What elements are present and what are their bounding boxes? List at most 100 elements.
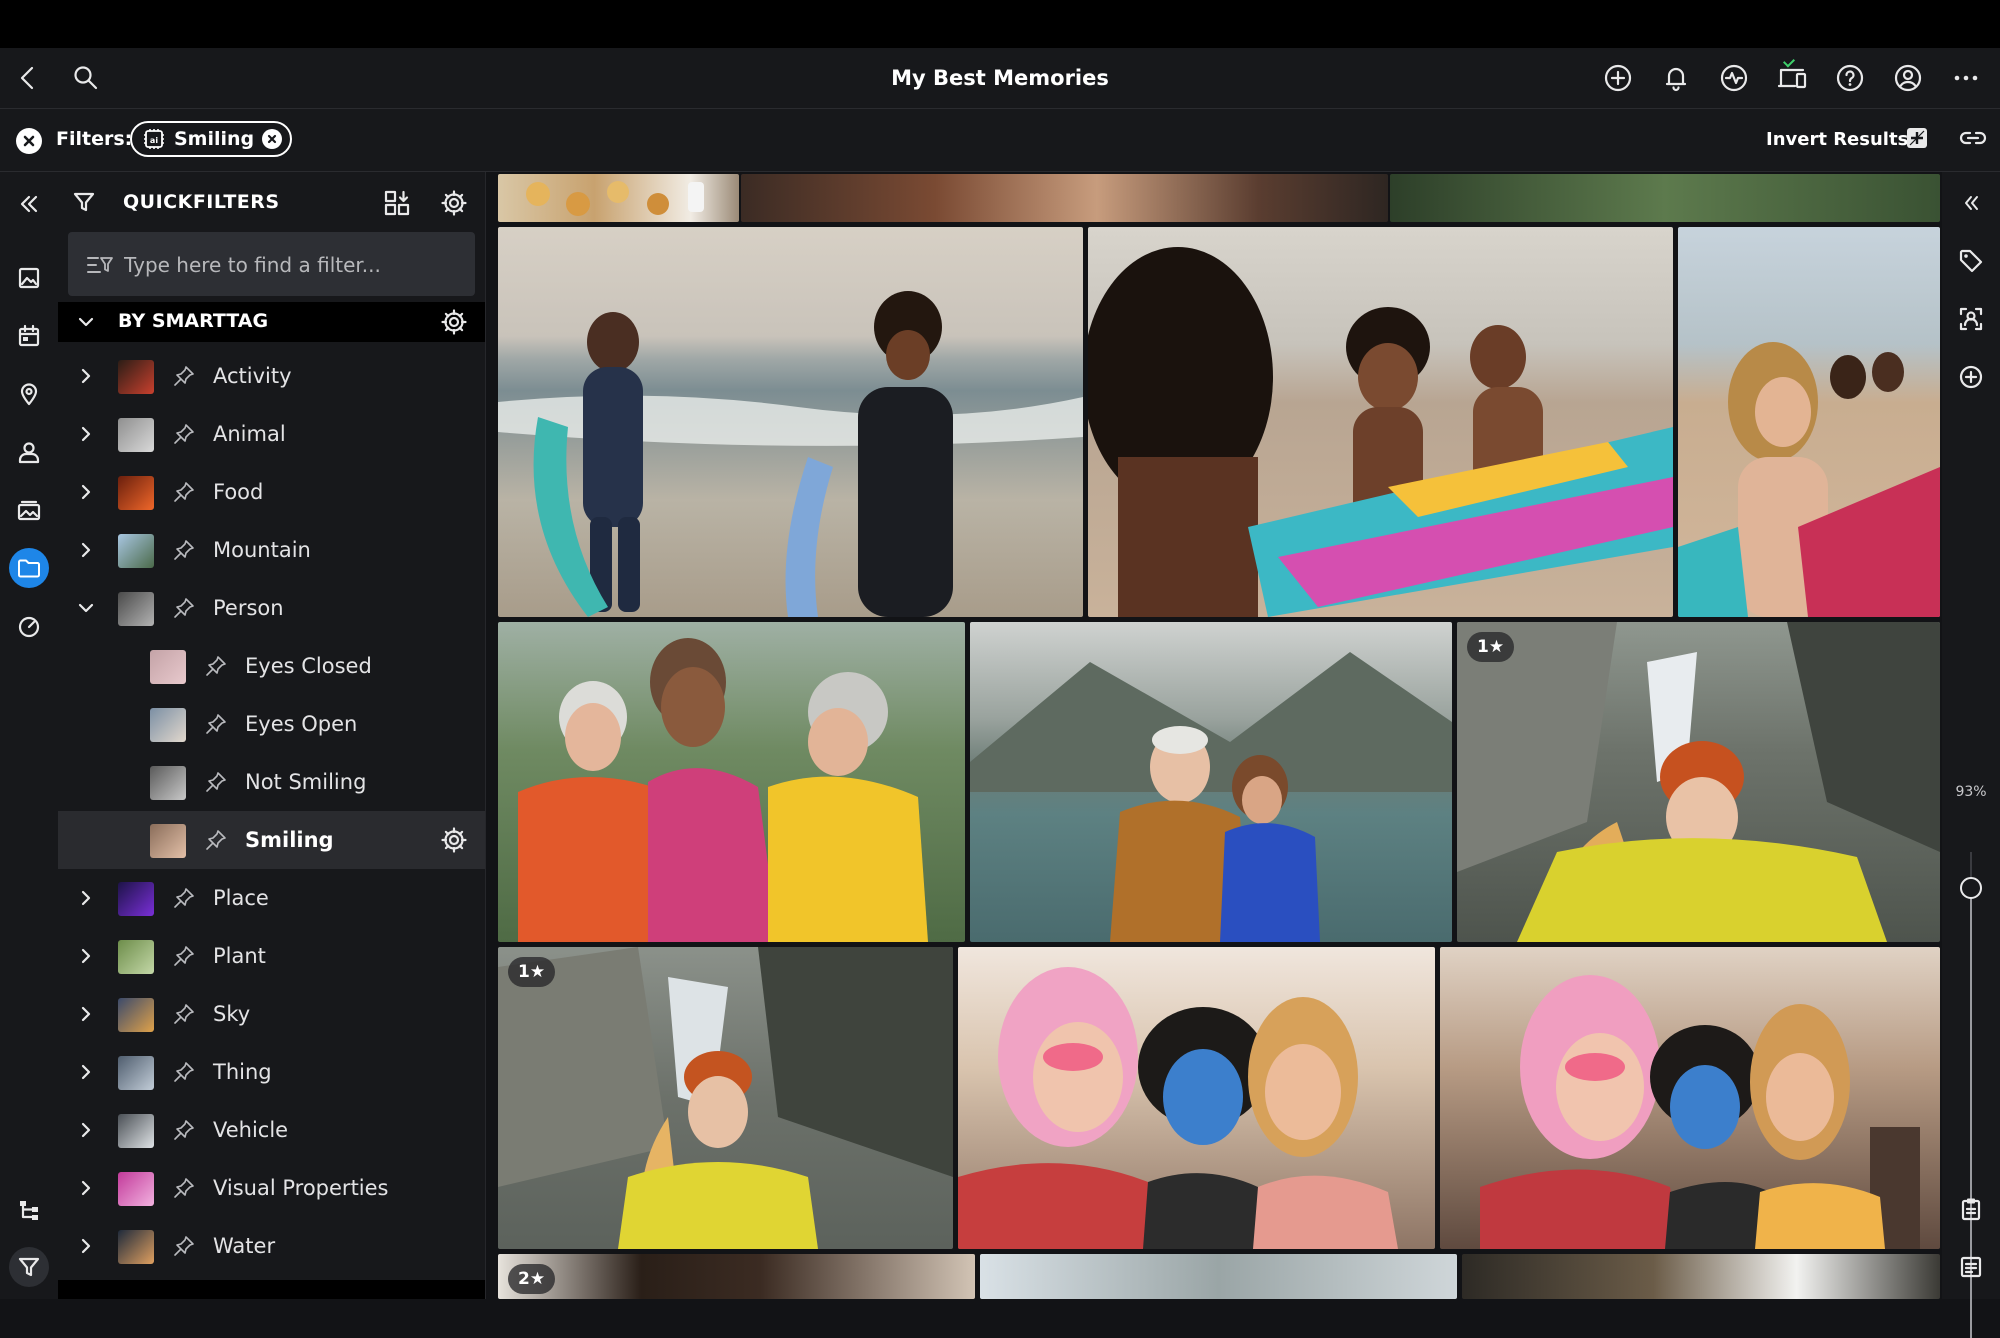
- devices-button[interactable]: [1772, 55, 1812, 98]
- photo-tile[interactable]: [1462, 1254, 1940, 1299]
- smarttag-settings-button[interactable]: [439, 307, 469, 337]
- photo-tile[interactable]: 2★: [498, 1254, 975, 1299]
- photo-tile[interactable]: [498, 227, 1083, 617]
- photo-couple-lake: [970, 652, 1452, 942]
- pin-icon[interactable]: [172, 944, 196, 968]
- remove-filter-button[interactable]: [262, 129, 283, 149]
- smarttag-row-plant[interactable]: Plant: [58, 927, 485, 985]
- chevron-right-icon[interactable]: [74, 1176, 98, 1200]
- pin-icon[interactable]: [172, 364, 196, 388]
- chevron-down-icon[interactable]: [74, 596, 98, 620]
- photo-tile[interactable]: [1390, 174, 1940, 222]
- chevron-right-icon[interactable]: [74, 1118, 98, 1142]
- nav-dashboard[interactable]: [9, 606, 49, 646]
- pin-icon[interactable]: [172, 886, 196, 910]
- chevron-right-icon[interactable]: [74, 364, 98, 388]
- notifications-button[interactable]: [1656, 58, 1696, 98]
- nav-filters[interactable]: [9, 1247, 49, 1287]
- pin-icon[interactable]: [172, 1002, 196, 1026]
- nav-folders[interactable]: [9, 548, 49, 588]
- smarttag-row-thing[interactable]: Thing: [58, 1043, 485, 1101]
- smarttag-row-sky[interactable]: Sky: [58, 985, 485, 1043]
- smarttag-row-mountain[interactable]: Mountain: [58, 521, 485, 579]
- photo-tile[interactable]: 1★: [1457, 622, 1940, 942]
- photo-tile[interactable]: [1440, 947, 1940, 1249]
- smarttag-row-visual-properties[interactable]: Visual Properties: [58, 1159, 485, 1217]
- photo-tile[interactable]: [1678, 227, 1940, 617]
- add-to-button[interactable]: [1954, 360, 1988, 394]
- expand-right-panel-button[interactable]: [1954, 186, 1988, 220]
- photo-tile[interactable]: [958, 947, 1435, 1249]
- pin-icon[interactable]: [172, 422, 196, 446]
- pin-icon[interactable]: [172, 1118, 196, 1142]
- smarttag-row-place[interactable]: Place: [58, 869, 485, 927]
- smarttag-row-animal[interactable]: Animal: [58, 405, 485, 463]
- chevron-right-icon[interactable]: [74, 886, 98, 910]
- chevron-right-icon[interactable]: [74, 538, 98, 562]
- photo-tile[interactable]: [498, 174, 739, 222]
- photo-tile[interactable]: 1★: [498, 947, 953, 1249]
- activity-button[interactable]: [1714, 58, 1754, 98]
- active-filter-chip[interactable]: ai Smiling: [130, 121, 293, 157]
- photo-tile[interactable]: [980, 1254, 1457, 1299]
- smarttag-row-activity[interactable]: Activity: [58, 347, 485, 405]
- photo-tile[interactable]: [498, 622, 965, 942]
- photo-tile[interactable]: [970, 622, 1452, 942]
- chevron-right-icon[interactable]: [74, 1002, 98, 1026]
- account-button[interactable]: [1888, 58, 1928, 98]
- rating-badge: 1★: [1467, 632, 1515, 662]
- filter-list-icon: [87, 257, 113, 273]
- details-button[interactable]: [1954, 1250, 1988, 1284]
- clear-filters-button[interactable]: [16, 128, 42, 154]
- smarttag-label: Water: [213, 1234, 276, 1258]
- help-button[interactable]: [1830, 58, 1870, 98]
- pin-icon[interactable]: [204, 770, 228, 794]
- smarttag-row-settings-button[interactable]: [439, 825, 469, 855]
- smarttag-section-header[interactable]: BY SMARTTAG: [58, 302, 485, 342]
- pin-icon[interactable]: [172, 1234, 196, 1258]
- nav-places[interactable]: [9, 374, 49, 414]
- pin-icon[interactable]: [172, 596, 196, 620]
- chevron-right-icon[interactable]: [74, 422, 98, 446]
- smarttag-row-food[interactable]: Food: [58, 463, 485, 521]
- nav-calendar[interactable]: [9, 316, 49, 356]
- pin-icon[interactable]: [204, 712, 228, 736]
- photo-tile[interactable]: [1088, 227, 1673, 617]
- collapse-panel-button[interactable]: [9, 184, 49, 224]
- pin-icon[interactable]: [172, 538, 196, 562]
- pin-icon[interactable]: [172, 1060, 196, 1084]
- quickfilters-settings-button[interactable]: [437, 186, 471, 220]
- nav-photos[interactable]: [9, 258, 49, 298]
- smarttag-row-eyes-closed[interactable]: Eyes Closed: [58, 637, 485, 695]
- chevron-right-icon[interactable]: [74, 944, 98, 968]
- smarttag-label: Vehicle: [213, 1118, 289, 1142]
- smarttag-row-smiling[interactable]: Smiling: [58, 811, 485, 869]
- smarttag-row-vehicle[interactable]: Vehicle: [58, 1101, 485, 1159]
- chevron-right-icon[interactable]: [74, 480, 98, 504]
- zoom-slider-handle[interactable]: [1960, 877, 1982, 900]
- pin-icon[interactable]: [204, 654, 228, 678]
- add-button[interactable]: [1598, 58, 1638, 98]
- invert-results-toggle[interactable]: [1904, 125, 1930, 151]
- pin-icon[interactable]: [172, 1176, 196, 1200]
- photo-tile[interactable]: [741, 174, 1388, 222]
- face-tag-button[interactable]: [1954, 302, 1988, 336]
- quickfilters-layout-button[interactable]: [380, 186, 414, 220]
- smarttag-thumbnail: [118, 998, 154, 1032]
- smarttag-row-person[interactable]: Person: [58, 579, 485, 637]
- tag-button[interactable]: [1954, 244, 1988, 278]
- nav-albums[interactable]: [9, 490, 49, 530]
- chevron-right-icon[interactable]: [74, 1060, 98, 1084]
- share-link-button[interactable]: [1958, 125, 1988, 151]
- smarttag-row-water[interactable]: Water: [58, 1217, 485, 1275]
- chevron-right-icon[interactable]: [74, 1234, 98, 1258]
- pin-icon[interactable]: [172, 480, 196, 504]
- smarttag-row-eyes-open[interactable]: Eyes Open: [58, 695, 485, 753]
- nav-hierarchy[interactable]: [9, 1190, 49, 1230]
- filter-search-input[interactable]: [122, 232, 466, 298]
- clipboard-button[interactable]: [1954, 1192, 1988, 1226]
- smarttag-row-not-smiling[interactable]: Not Smiling: [58, 753, 485, 811]
- pin-icon[interactable]: [204, 828, 228, 852]
- more-button[interactable]: [1946, 58, 1986, 98]
- nav-people[interactable]: [9, 432, 49, 472]
